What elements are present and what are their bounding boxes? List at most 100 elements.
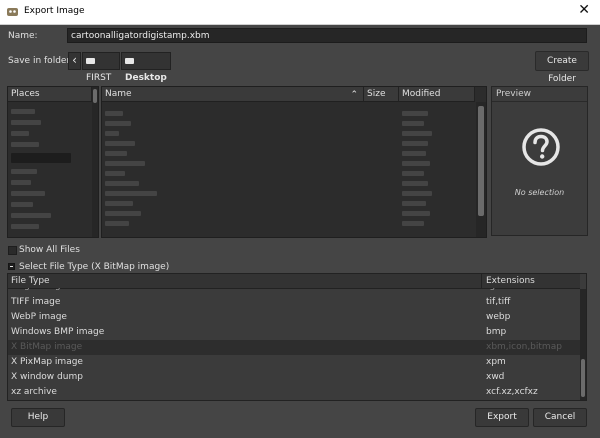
file-row[interactable]	[105, 121, 131, 126]
preview-empty-text: No selection	[514, 188, 565, 197]
files-scrollbar[interactable]	[476, 102, 486, 237]
file-type-name: X window dump	[11, 372, 83, 382]
crumb-label: FIRST	[86, 73, 112, 83]
file-row[interactable]	[105, 111, 123, 116]
file-type-scrollbar[interactable]	[580, 289, 586, 400]
file-row[interactable]	[105, 131, 119, 136]
files-panel: Name ⌃ Size Modified	[101, 86, 487, 238]
file-type-name: Windows BMP image	[11, 327, 105, 337]
file-type-ext: xcf.xz,xcfxz	[486, 387, 538, 397]
file-row[interactable]	[105, 211, 141, 216]
table-row[interactable]: Windows BMP image bmp	[8, 325, 580, 340]
place-item[interactable]	[11, 224, 39, 229]
place-item[interactable]	[11, 202, 33, 207]
name-label: Name:	[8, 31, 38, 41]
path-back-button[interactable]: ‹	[68, 52, 81, 70]
place-item[interactable]	[11, 191, 45, 196]
table-row[interactable]: X PixMap image xpm	[8, 355, 580, 370]
name-header-label: Name	[105, 89, 132, 99]
place-item[interactable]	[11, 109, 35, 114]
help-button[interactable]: Help	[11, 408, 65, 427]
sort-ascending-icon: ⌃	[350, 90, 358, 100]
file-type-name: TIFF image	[11, 297, 61, 307]
preview-header: Preview	[492, 87, 587, 102]
save-in-folder-label: Save in folder:	[8, 56, 74, 66]
show-all-files-checkbox[interactable]	[8, 246, 17, 255]
file-type-name: X PixMap image	[11, 357, 83, 367]
close-icon[interactable]: ✕	[578, 2, 590, 18]
file-type-expander-icon[interactable]	[8, 263, 15, 270]
file-date	[402, 191, 432, 196]
places-scrollbar[interactable]	[92, 87, 98, 237]
path-crumb-first[interactable]: FIRST	[82, 52, 120, 83]
file-type-ext: xwd	[486, 372, 505, 382]
file-type-name: Targa image	[11, 288, 66, 294]
file-type-ext: tga	[486, 288, 501, 294]
file-type-ext: webp	[486, 312, 511, 322]
file-date	[402, 161, 430, 166]
place-item[interactable]	[11, 213, 51, 218]
file-date	[402, 201, 426, 206]
preview-panel: Preview No selection	[491, 86, 588, 236]
table-row[interactable]: TIFF image tif,tiff	[8, 295, 580, 310]
file-type-table: File Type Extensions Targa image tga TIFF…	[7, 273, 587, 401]
file-date	[402, 211, 430, 216]
file-row[interactable]	[105, 221, 129, 226]
question-icon	[522, 128, 560, 166]
cancel-button[interactable]: Cancel	[533, 408, 587, 427]
size-column-header[interactable]: Size	[364, 87, 399, 102]
table-row-selected[interactable]: X BitMap image xbm,icon,bitmap	[8, 340, 580, 355]
table-row[interactable]: xz archive xcf.xz,xcfxz	[8, 385, 580, 400]
place-item[interactable]	[11, 169, 37, 174]
file-row[interactable]	[105, 141, 135, 146]
scroll-thumb[interactable]	[478, 106, 484, 216]
crumb-label: Desktop	[125, 73, 167, 83]
table-row-partial[interactable]: Targa image tga	[8, 288, 580, 294]
extensions-column-header[interactable]: Extensions	[482, 274, 580, 289]
filename-input[interactable]: cartoonalligatordigistamp.xbm	[67, 28, 587, 43]
file-date	[402, 181, 428, 186]
file-date	[402, 111, 428, 116]
file-row[interactable]	[105, 181, 139, 186]
places-panel: Places	[7, 86, 99, 238]
file-type-name: X BitMap image	[11, 342, 83, 352]
place-item[interactable]	[11, 131, 29, 136]
show-all-files-label[interactable]: Show All Files	[19, 245, 80, 255]
folder-icon	[86, 58, 95, 64]
file-type-ext: xpm	[486, 357, 506, 367]
name-column-header[interactable]: Name ⌃	[102, 87, 364, 102]
place-item-selected[interactable]	[11, 153, 71, 163]
folder-icon	[125, 58, 134, 64]
file-date	[402, 151, 426, 156]
scroll-thumb[interactable]	[581, 359, 585, 397]
file-row[interactable]	[105, 201, 133, 206]
table-row[interactable]: X window dump xwd	[8, 370, 580, 385]
file-row[interactable]	[105, 161, 145, 166]
file-type-name: xz archive	[11, 387, 57, 397]
file-type-ext: tif,tiff	[486, 297, 511, 307]
scroll-thumb[interactable]	[93, 89, 97, 103]
file-type-ext: bmp	[486, 327, 507, 337]
path-crumb-desktop[interactable]: Desktop	[121, 52, 171, 83]
modified-column-header[interactable]: Modified	[399, 87, 475, 102]
title-bar: Export Image ✕	[0, 0, 600, 25]
file-date	[402, 131, 432, 136]
file-row[interactable]	[105, 151, 127, 156]
file-date	[402, 171, 424, 176]
place-item[interactable]	[11, 142, 39, 147]
file-date	[402, 121, 424, 126]
table-row[interactable]: WebP image webp	[8, 310, 580, 325]
select-file-type-label[interactable]: Select File Type (X BitMap image)	[19, 262, 169, 272]
file-date	[402, 141, 428, 146]
create-folder-button[interactable]: Create Folder	[535, 51, 589, 84]
places-header[interactable]: Places	[8, 87, 92, 102]
export-button[interactable]: Export	[475, 408, 529, 427]
file-row[interactable]	[105, 171, 125, 176]
file-type-ext: xbm,icon,bitmap	[486, 342, 562, 352]
place-item[interactable]	[11, 180, 31, 185]
file-type-column-header[interactable]: File Type	[8, 274, 482, 289]
place-item[interactable]	[11, 120, 41, 125]
file-date	[402, 221, 424, 226]
file-row[interactable]	[105, 191, 157, 196]
file-type-name: WebP image	[11, 312, 67, 322]
